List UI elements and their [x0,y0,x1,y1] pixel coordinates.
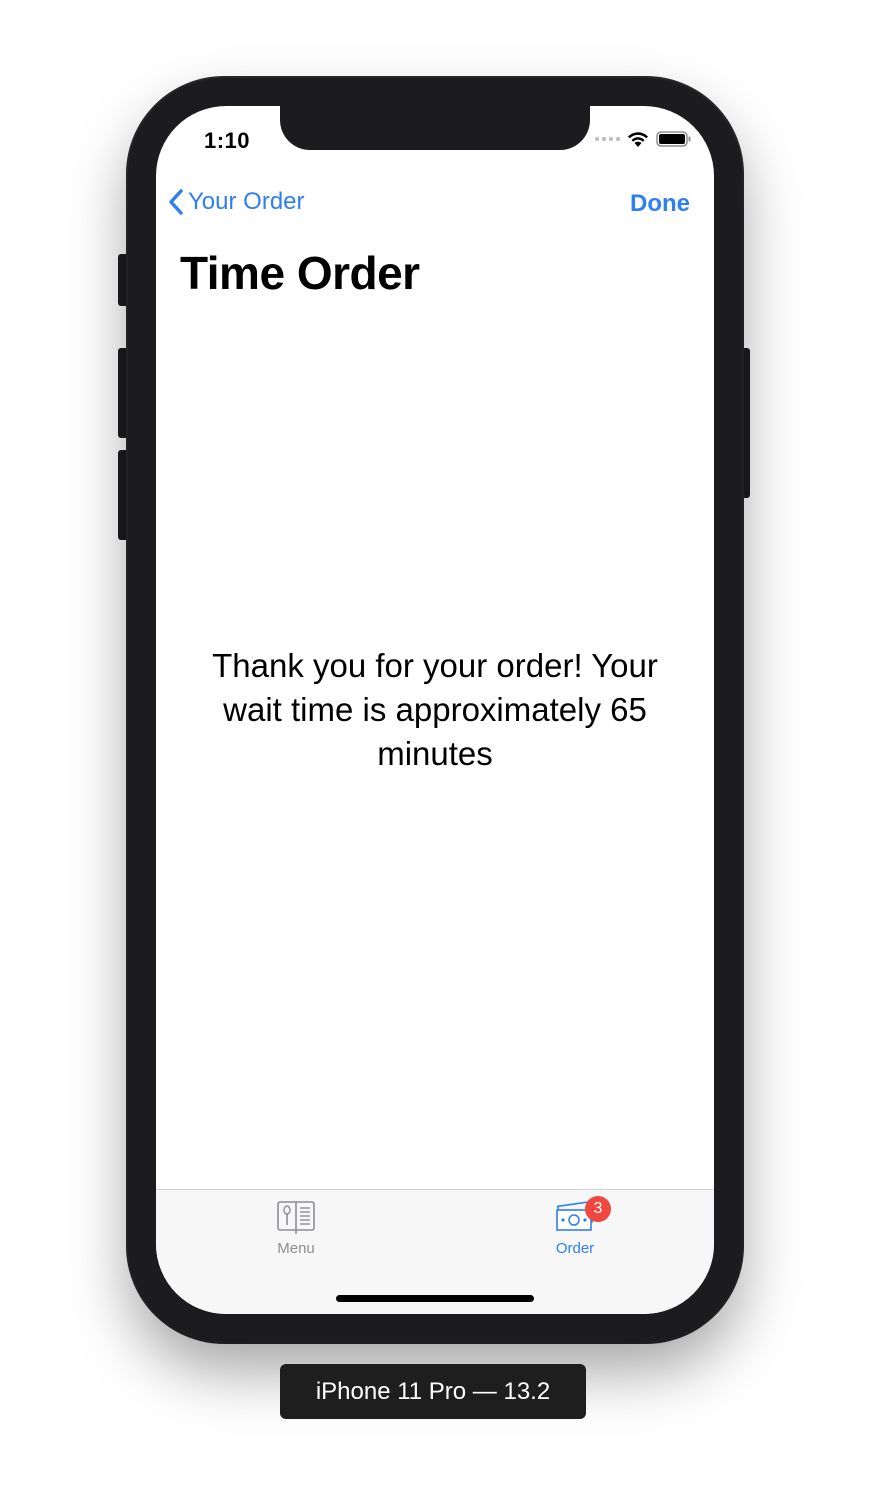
status-time: 1:10 [204,128,251,153]
tab-order[interactable]: 3 Order [515,1196,635,1257]
back-button-label: Your Order [188,188,305,215]
battery-icon [656,131,691,147]
device-label: iPhone 11 Pro — 13.2 [280,1364,586,1419]
order-count-badge: 3 [585,1196,611,1222]
notch [280,106,590,150]
tab-order-label: Order [555,1240,595,1257]
wifi-icon [628,132,648,147]
done-button[interactable]: Done [630,190,690,218]
tab-menu-label: Menu [277,1240,315,1257]
cellular-signal-icon [595,137,620,141]
menu-book-icon [277,1201,315,1234]
back-button[interactable]: Your Order [168,188,305,216]
status-icons [595,130,692,148]
chevron-left-icon [169,189,183,215]
home-indicator[interactable] [336,1295,534,1302]
tab-menu[interactable]: Menu [236,1200,356,1257]
simulator-stage: 1:10 Your Order Done Time Order Thank yo… [0,0,870,1492]
confirmation-message: Thank you for your order! Your wait time… [212,647,658,772]
page-title: Time Order [180,247,420,299]
phone-screen: 1:10 Your Order Done Time Order Thank yo… [156,106,714,1314]
tab-bar: Menu 3 Order [156,1189,714,1314]
